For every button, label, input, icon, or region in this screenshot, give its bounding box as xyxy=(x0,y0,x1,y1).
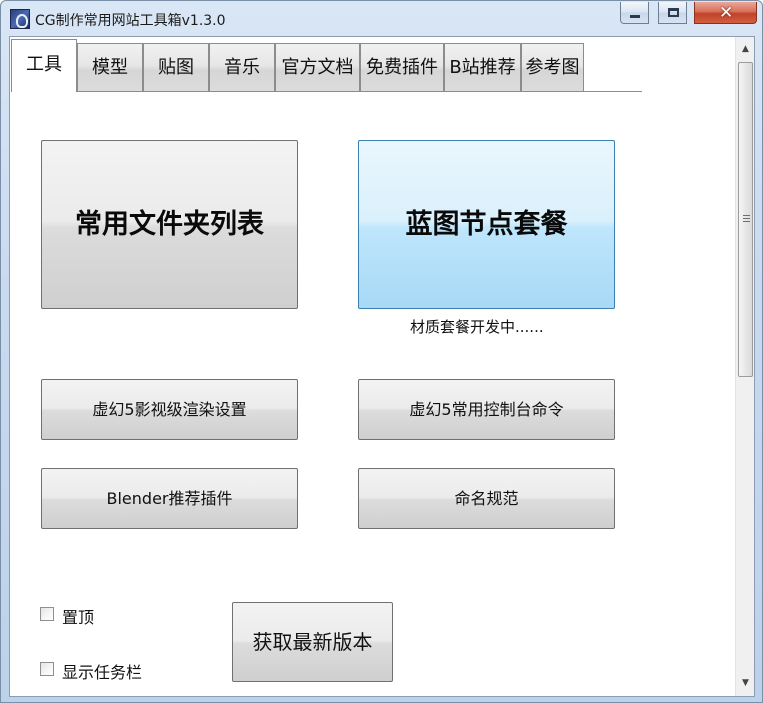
blueprint-nodes-button[interactable]: 蓝图节点套餐 xyxy=(358,140,615,309)
ue5-render-settings-button[interactable]: 虚幻5影视级渲染设置 xyxy=(41,379,298,440)
tab-textures[interactable]: 贴图 xyxy=(143,43,209,92)
blender-plugins-button[interactable]: Blender推荐插件 xyxy=(41,468,298,529)
app-window: CG制作常用网站工具箱v1.3.0 ✕ 工具 模型 贴图 音乐 官方文档 免费插… xyxy=(0,0,763,703)
maximize-button[interactable] xyxy=(658,2,687,24)
tab-bilibili[interactable]: B站推荐 xyxy=(444,43,521,92)
close-icon: ✕ xyxy=(719,3,734,23)
folder-list-button[interactable]: 常用文件夹列表 xyxy=(41,140,298,309)
maximize-icon xyxy=(668,8,679,17)
minimize-button[interactable] xyxy=(620,2,649,24)
tab-reference[interactable]: 参考图 xyxy=(521,43,584,92)
client-area: 工具 模型 贴图 音乐 官方文档 免费插件 B站推荐 参考图 常用文件夹列表 蓝… xyxy=(9,36,755,697)
tab-tools[interactable]: 工具 xyxy=(11,39,77,92)
ue5-console-commands-button[interactable]: 虚幻5常用控制台命令 xyxy=(358,379,615,440)
tab-divider xyxy=(12,91,642,92)
window-title: CG制作常用网站工具箱v1.3.0 xyxy=(35,13,226,29)
minimize-icon xyxy=(630,15,640,18)
scroll-up-arrow-icon[interactable]: ▲ xyxy=(739,43,752,56)
material-note: 材质套餐开发中...... xyxy=(410,318,544,336)
pin-top-checkbox[interactable] xyxy=(40,607,54,621)
app-logo-icon xyxy=(10,9,30,29)
tab-models[interactable]: 模型 xyxy=(77,43,143,92)
naming-convention-button[interactable]: 命名规范 xyxy=(358,468,615,529)
show-taskbar-checkbox[interactable] xyxy=(40,662,54,676)
tab-free-plugins[interactable]: 免费插件 xyxy=(360,43,444,92)
tab-official-docs[interactable]: 官方文档 xyxy=(275,43,360,92)
scroll-down-arrow-icon[interactable]: ▼ xyxy=(739,677,752,690)
vertical-scrollbar[interactable]: ▲ ▼ xyxy=(735,37,754,696)
show-taskbar-label: 显示任务栏 xyxy=(62,663,143,682)
title-bar[interactable]: CG制作常用网站工具箱v1.3.0 ✕ xyxy=(1,1,762,35)
scrollbar-grip-icon xyxy=(743,215,750,222)
tab-music[interactable]: 音乐 xyxy=(209,43,275,92)
close-button[interactable]: ✕ xyxy=(694,2,757,24)
pin-top-label: 置顶 xyxy=(62,608,95,627)
tab-strip: 工具 模型 贴图 音乐 官方文档 免费插件 B站推荐 参考图 xyxy=(11,39,642,92)
scrollbar-thumb[interactable] xyxy=(738,62,753,377)
get-latest-version-button[interactable]: 获取最新版本 xyxy=(232,602,393,682)
